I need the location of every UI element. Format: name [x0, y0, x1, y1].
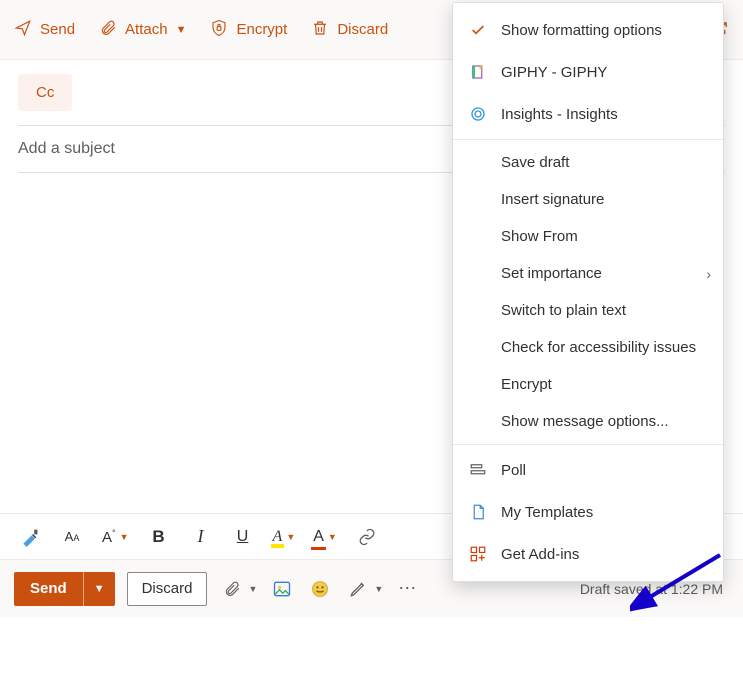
bold-icon: B: [152, 527, 164, 547]
chevron-down-icon: ▼: [176, 24, 187, 36]
poll-icon: [467, 459, 489, 481]
highlight-icon: A: [273, 528, 283, 546]
chevron-right-icon: ›: [706, 266, 711, 282]
menu-show-formatting[interactable]: Show formatting options: [453, 9, 723, 51]
templates-icon: [467, 501, 489, 523]
menu-giphy[interactable]: GIPHY - GIPHY: [453, 51, 723, 93]
attach-label: Attach: [125, 21, 168, 38]
chevron-down-icon: ▼: [328, 532, 337, 542]
send-label: Send: [30, 580, 67, 597]
menu-insert-signature[interactable]: Insert signature: [453, 181, 723, 218]
insights-icon: [467, 103, 489, 125]
chevron-down-icon: ▼: [374, 584, 383, 594]
menu-encrypt[interactable]: Encrypt: [453, 366, 723, 403]
menu-get-addins[interactable]: Get Add-ins: [453, 533, 723, 575]
cc-label: Cc: [36, 84, 54, 101]
menu-label: My Templates: [501, 504, 593, 521]
giphy-icon: [467, 61, 489, 83]
format-painter-button[interactable]: [18, 525, 42, 549]
menu-label: Poll: [501, 462, 526, 479]
cc-button[interactable]: Cc: [18, 74, 72, 111]
underline-icon: U: [237, 528, 249, 546]
font-size-icon: A°: [102, 528, 116, 546]
more-options-menu: Show formatting options GIPHY - GIPHY In…: [452, 2, 724, 582]
font-size-button[interactable]: A° ▼: [102, 528, 129, 546]
send-split-button[interactable]: Send ▼: [14, 572, 115, 606]
paperclip-icon: [219, 576, 245, 602]
attach-button[interactable]: Attach ▼: [95, 13, 190, 47]
menu-label: Get Add-ins: [501, 546, 579, 563]
send-dropdown[interactable]: ▼: [83, 572, 115, 606]
menu-poll[interactable]: Poll: [453, 449, 723, 491]
menu-my-templates[interactable]: My Templates: [453, 491, 723, 533]
chevron-down-icon: ▼: [94, 583, 105, 595]
font-color-icon: A: [313, 528, 324, 546]
paint-roller-icon: [20, 527, 40, 547]
chevron-down-icon: ▼: [120, 532, 129, 542]
menu-insights[interactable]: Insights - Insights: [453, 93, 723, 135]
bold-button[interactable]: B: [147, 525, 171, 549]
font-button[interactable]: AA: [60, 525, 84, 549]
menu-switch-plain-text[interactable]: Switch to plain text: [453, 292, 723, 329]
italic-icon: I: [198, 526, 204, 547]
menu-label: Show message options...: [501, 413, 669, 430]
link-icon: [358, 528, 376, 546]
insert-picture-button[interactable]: [269, 576, 295, 602]
italic-button[interactable]: I: [189, 525, 213, 549]
addins-icon: [467, 543, 489, 565]
discard-label: Discard: [337, 21, 388, 38]
menu-separator: [453, 444, 723, 445]
check-icon: [467, 19, 489, 41]
paperclip-icon: [99, 19, 117, 41]
menu-set-importance[interactable]: Set importance ›: [453, 255, 723, 292]
discard-button-bottom[interactable]: Discard: [127, 572, 208, 606]
menu-separator: [453, 139, 723, 140]
menu-label: Check for accessibility issues: [501, 339, 696, 356]
ellipsis-icon: ⋯: [398, 578, 418, 599]
insert-emoji-button[interactable]: [307, 576, 333, 602]
menu-accessibility-check[interactable]: Check for accessibility issues: [453, 329, 723, 366]
encrypt-label: Encrypt: [236, 21, 287, 38]
highlight-button[interactable]: A ▼: [273, 528, 296, 546]
font-icon: AA: [65, 529, 80, 544]
menu-save-draft[interactable]: Save draft: [453, 144, 723, 181]
menu-message-options[interactable]: Show message options...: [453, 403, 723, 440]
menu-label: Show From: [501, 228, 578, 245]
shield-lock-icon: [210, 19, 228, 41]
pen-button[interactable]: ▼: [345, 576, 383, 602]
menu-label: Save draft: [501, 154, 569, 171]
font-color-button[interactable]: A ▼: [313, 528, 337, 546]
send-main[interactable]: Send: [14, 572, 83, 606]
menu-show-from[interactable]: Show From: [453, 218, 723, 255]
menu-label: Encrypt: [501, 376, 552, 393]
send-icon: [14, 19, 32, 41]
menu-label: Show formatting options: [501, 22, 662, 39]
draft-status: Draft saved at 1:22 PM: [580, 581, 729, 597]
send-button-top[interactable]: Send: [10, 13, 79, 47]
more-options-button[interactable]: ⋯: [395, 576, 421, 602]
send-label: Send: [40, 21, 75, 38]
chevron-down-icon: ▼: [248, 584, 257, 594]
encrypt-button[interactable]: Encrypt: [206, 13, 291, 47]
menu-label: Switch to plain text: [501, 302, 626, 319]
attach-bottom-button[interactable]: ▼: [219, 576, 257, 602]
discard-button-top[interactable]: Discard: [307, 13, 392, 47]
menu-label: GIPHY - GIPHY: [501, 64, 607, 81]
menu-label: Insert signature: [501, 191, 604, 208]
insert-link-button[interactable]: [355, 525, 379, 549]
underline-button[interactable]: U: [231, 525, 255, 549]
emoji-icon: [310, 579, 330, 599]
picture-icon: [272, 579, 292, 599]
pen-icon: [345, 576, 371, 602]
menu-label: Set importance: [501, 265, 602, 282]
menu-label: Insights - Insights: [501, 106, 618, 123]
chevron-down-icon: ▼: [286, 532, 295, 542]
trash-icon: [311, 19, 329, 41]
discard-label: Discard: [142, 580, 193, 597]
status-text: Draft saved at 1:22 PM: [580, 581, 723, 597]
